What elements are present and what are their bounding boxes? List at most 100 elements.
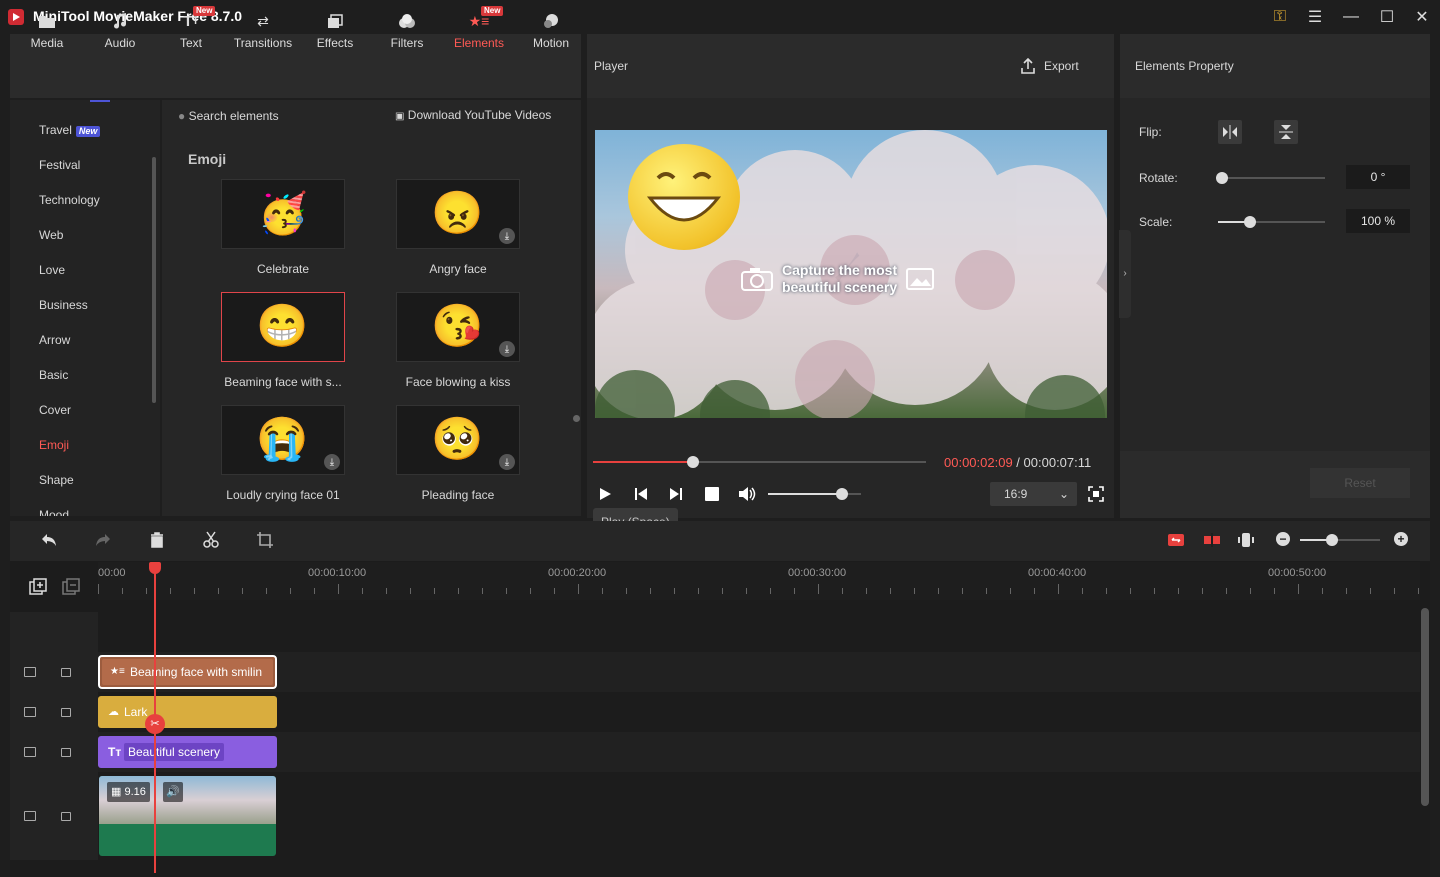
panel-scroll-dot[interactable] [573,415,580,422]
minimize-button[interactable]: — [1339,6,1363,28]
text-clip[interactable]: Tт Beautiful scenery [98,736,277,768]
element-tile-pleading-face[interactable]: 🥺 ⤓ [396,405,520,475]
element-tile-beaming-face[interactable]: 😁 [221,292,345,362]
track-video-icon[interactable] [24,707,36,717]
split-scissors-icon[interactable]: ✂ [145,714,165,734]
text-overlay[interactable]: Capture the most beautiful scenery [740,262,956,296]
category-shape[interactable]: Shape [39,473,74,487]
lock-icon[interactable] [61,708,71,717]
category-festival[interactable]: Festival [39,158,80,172]
track-video[interactable] [98,772,1420,860]
tab-audio[interactable]: Audio [84,0,156,64]
reset-button[interactable]: Reset [1310,468,1410,498]
element-tile-celebrate[interactable]: 🥳 [221,179,345,249]
category-cover[interactable]: Cover [39,403,71,417]
crop-button[interactable] [256,531,274,552]
tab-filters[interactable]: Filters [371,0,443,64]
zoom-in-button[interactable]: + [1394,532,1408,546]
download-icon[interactable]: ⤓ [499,454,515,470]
rotate-slider[interactable] [1222,177,1325,179]
maximize-button[interactable]: ☐ [1375,6,1399,28]
marker-button[interactable] [1237,531,1255,552]
stop-button[interactable] [705,487,719,501]
volume-button[interactable] [738,486,756,505]
zoom-slider-handle[interactable] [1326,534,1338,546]
category-web[interactable]: Web [39,228,63,242]
category-emoji[interactable]: Emoji [39,438,69,452]
ruler-tick [386,588,387,594]
element-tile-face-blowing-kiss[interactable]: 😘 ⤓ [396,292,520,362]
search-elements[interactable]: ● Search elements [178,109,279,123]
empty-track[interactable] [98,612,1420,652]
next-frame-button[interactable] [668,486,684,505]
category-basic[interactable]: Basic [39,368,68,382]
beaming-face-overlay[interactable] [628,144,740,250]
audio-clip[interactable]: ☁ Lark [98,696,277,728]
element-tile-angry-face[interactable]: 😠 ⤓ [396,179,520,249]
add-track-button[interactable] [29,578,47,599]
category-mood[interactable]: Mood [39,508,69,516]
menu-icon[interactable]: ☰ [1303,6,1327,28]
track-text[interactable] [98,732,1420,772]
element-clip[interactable]: ★≡ Beaming face with smilin [98,655,277,689]
download-icon[interactable]: ⤓ [499,341,515,357]
download-youtube-button[interactable]: ▣ Download YouTube Videos [395,108,551,122]
tab-text[interactable]: New T T Text [155,0,227,64]
track-video-icon[interactable] [24,747,36,757]
ruler-label: 00:00:10:00 [308,567,367,579]
tab-effects[interactable]: Effects [299,0,371,64]
ruler-tick [794,588,795,594]
delete-button[interactable] [148,531,166,552]
seek-handle[interactable] [686,456,699,468]
motion-icon [540,12,562,30]
scale-slider-handle[interactable] [1244,216,1257,228]
play-button[interactable] [597,486,613,505]
flip-vertical-icon [1279,125,1293,139]
zoom-out-button[interactable]: − [1276,532,1290,546]
category-love[interactable]: Love [39,263,65,277]
category-scrollbar[interactable] [152,157,156,403]
lock-icon[interactable] [61,812,71,821]
category-business[interactable]: Business [39,298,88,312]
track-video-icon[interactable] [24,811,36,821]
rotate-value[interactable]: 0 ° [1346,165,1410,189]
category-arrow[interactable]: Arrow [39,333,70,347]
clip-audio-icon[interactable]: 🔊 [163,782,183,802]
category-travel[interactable]: Travel New [39,123,101,137]
tab-transitions[interactable]: ⇄ Transitions [227,0,299,64]
lock-icon[interactable] [61,748,71,757]
aspect-ratio-select[interactable]: 16:9 ⌄ [990,482,1077,506]
key-icon[interactable]: ⚿ [1268,6,1292,28]
tab-motion[interactable]: Motion [515,0,587,64]
undo-button[interactable] [40,531,58,552]
track-element[interactable] [98,652,1420,692]
remove-track-button[interactable] [62,578,80,599]
flip-horizontal-button[interactable] [1218,120,1242,144]
tab-elements[interactable]: New ★≡ Elements [443,0,515,64]
category-technology[interactable]: Technology [39,193,100,207]
timeline-vscroll[interactable] [1421,608,1429,806]
scale-value[interactable]: 100 % [1346,209,1410,233]
element-tile-loudly-crying[interactable]: 😭 ⤓ [221,405,345,475]
fullscreen-button[interactable] [1088,486,1104,505]
download-icon[interactable]: ⤓ [324,454,340,470]
track-video-icon[interactable] [24,667,36,677]
previous-frame-button[interactable] [633,486,649,505]
download-icon[interactable]: ⤓ [499,228,515,244]
close-button[interactable]: ✕ [1410,6,1434,28]
timeline-ruler[interactable] [98,562,1420,600]
collapse-panel-button[interactable]: › [1119,230,1131,318]
rotate-slider-handle[interactable] [1216,172,1228,184]
auto-fit-button[interactable] [1167,531,1185,552]
snap-button[interactable] [1203,531,1221,552]
redo-button[interactable] [94,531,112,552]
export-button[interactable]: Export [1020,58,1079,74]
playhead-handle[interactable] [149,562,161,574]
track-audio[interactable] [98,692,1420,732]
video-preview[interactable]: Capture the most beautiful scenery [595,130,1107,418]
flip-vertical-button[interactable] [1274,120,1298,144]
video-clip[interactable]: ▦ 9.16 🔊 [99,776,276,856]
lock-icon[interactable] [61,668,71,677]
split-button[interactable] [202,531,220,552]
tab-media[interactable]: Media [11,0,83,64]
